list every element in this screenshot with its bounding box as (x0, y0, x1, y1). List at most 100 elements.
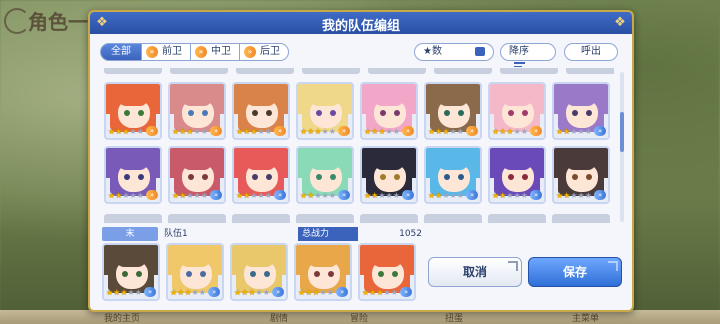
star-icon: ★ (456, 191, 464, 200)
star-icon: ★ (257, 127, 265, 136)
star-rating: ★ ★ ★ ★ ★ (362, 289, 398, 297)
character-card[interactable]: ★ ★ ★ ★ ★» (296, 146, 354, 204)
rank-chevron-icon: » (338, 190, 350, 200)
role-chevron-icon: » (146, 46, 158, 58)
character-card[interactable]: ★ ★ ★ ★ ★» (552, 82, 610, 140)
team-name: 队伍1 (164, 229, 188, 239)
character-card[interactable]: ★ ★ ★ ★ ★» (168, 82, 226, 140)
star-icon: ★ (184, 288, 192, 297)
star-icon: ★ (449, 191, 457, 200)
star-rating: ★ ★ ★ ★ ★ (364, 192, 400, 200)
star-icon: ★ (248, 288, 256, 297)
star-icon: ★ (122, 191, 130, 200)
star-icon: ★ (584, 127, 592, 136)
rank-chevron-icon: » (274, 126, 286, 136)
star-icon: ★ (513, 191, 521, 200)
rank-chevron-icon: » (402, 126, 414, 136)
star-icon: ★ (328, 191, 336, 200)
character-card[interactable]: ★ ★ ★ ★ ★» (488, 146, 546, 204)
star-icon: ★ (321, 127, 329, 136)
star-icon: ★ (127, 288, 135, 297)
tab-label: 中卫 (211, 46, 231, 57)
team-member-card[interactable]: ★ ★ ★ ★ ★» (230, 243, 288, 301)
star-icon: ★ (371, 191, 379, 200)
dialog-header: ❖ 我的队伍编组 ❖ (90, 12, 632, 34)
star-rating: ★ ★ ★ ★ ★ (172, 192, 208, 200)
star-icon: ★ (191, 288, 199, 297)
star-rating: ★ ★ ★ ★ ★ (234, 289, 270, 297)
character-roster-grid: ★ ★ ★ ★ ★» ★ ★ ★ ★ ★» ★ ★ ★ ★ ★» ★ ★ ★ ★ ★» ★ ★ ★ ★ ★» ★ ★ ★ ★ ★» ★ ★ ★ ★… (104, 68, 614, 223)
background-nav-item: 冒险 (350, 314, 369, 324)
star-rating: ★ ★ ★ ★ ★ (492, 192, 528, 200)
star-icon: ★ (449, 127, 457, 136)
cancel-button[interactable]: 取消 (428, 257, 522, 287)
star-rating: ★ ★ ★ ★ ★ (428, 192, 464, 200)
star-icon: ★ (328, 127, 336, 136)
sort-order-toggle[interactable]: 降序 (500, 43, 556, 71)
star-rating: ★ ★ ★ ★ ★ (108, 128, 144, 136)
star-icon: ★ (134, 288, 142, 297)
character-card[interactable]: ★ ★ ★ ★ ★» (424, 146, 482, 204)
tab-filter-2[interactable]: » 中卫 (190, 43, 240, 61)
star-icon: ★ (513, 127, 521, 136)
star-icon: ★ (186, 191, 194, 200)
star-icon: ★ (262, 288, 270, 297)
star-rating: ★ ★ ★ ★ ★ (170, 289, 206, 297)
tab-filter-3[interactable]: » 后卫 (239, 43, 289, 61)
team-member-card[interactable]: ★ ★ ★ ★ ★» (102, 243, 160, 301)
star-rating: ★ ★ ★ ★ ★ (556, 192, 592, 200)
roster-scrollbar[interactable] (620, 72, 624, 222)
background-nav-item: 我的主页 (104, 314, 141, 324)
team-member-card[interactable]: ★ ★ ★ ★ ★» (166, 243, 224, 301)
character-card[interactable]: ★ ★ ★ ★ ★» (360, 146, 418, 204)
rank-chevron-icon: » (530, 126, 542, 136)
star-icon: ★ (200, 191, 208, 200)
star-rating: ★ ★ ★ ★ ★ (428, 128, 464, 136)
dialog-title: 我的队伍编组 (321, 19, 400, 34)
star-icon: ★ (250, 191, 258, 200)
rank-chevron-icon: » (594, 190, 606, 200)
star-rating: ★ ★ ★ ★ ★ (300, 128, 336, 136)
save-button[interactable]: 保存 (528, 257, 622, 287)
tab-label: 后卫 (260, 46, 280, 57)
tab-label: 前卫 (162, 46, 182, 57)
character-card[interactable]: ★ ★ ★ ★ ★» (424, 82, 482, 140)
star-icon: ★ (264, 127, 272, 136)
rank-chevron-icon: » (146, 126, 158, 136)
character-card[interactable]: ★ ★ ★ ★ ★» (104, 82, 162, 140)
character-card[interactable]: ★ ★ ★ ★ ★» (232, 82, 290, 140)
sort-key-dropdown[interactable]: ★数 (414, 43, 494, 61)
scrollbar-thumb[interactable] (620, 112, 624, 152)
star-icon: ★ (193, 191, 201, 200)
rank-chevron-icon: » (338, 126, 350, 136)
star-icon: ★ (442, 191, 450, 200)
character-card[interactable]: ★ ★ ★ ★ ★» (488, 82, 546, 140)
character-card[interactable]: ★ ★ ★ ★ ★» (296, 82, 354, 140)
star-rating: ★ ★ ★ ★ ★ (106, 289, 142, 297)
roster-row-partial-bottom (104, 214, 610, 223)
star-icon: ★ (257, 191, 265, 200)
character-card[interactable]: ★ ★ ★ ★ ★» (360, 82, 418, 140)
star-rating: ★ ★ ★ ★ ★ (300, 192, 336, 200)
character-card[interactable]: ★ ★ ★ ★ ★» (104, 146, 162, 204)
star-icon: ★ (376, 288, 384, 297)
call-out-button[interactable]: 呼出 (564, 43, 618, 61)
star-icon: ★ (584, 191, 592, 200)
character-card[interactable]: ★ ★ ★ ★ ★» (232, 146, 290, 204)
sort-order-label: 降序 (509, 46, 529, 57)
character-card[interactable]: ★ ★ ★ ★ ★» (552, 146, 610, 204)
star-icon: ★ (255, 288, 263, 297)
tab-filter-1[interactable]: » 前卫 (141, 43, 191, 61)
star-icon: ★ (383, 288, 391, 297)
team-edit-dialog: ❖ 我的队伍编组 ❖ 全部» 前卫» 中卫» 后卫 ★数 降序 呼出 ★ ★ ★ ★ ★» ★ ★… (88, 10, 634, 312)
team-member-card[interactable]: ★ ★ ★ ★ ★» (294, 243, 352, 301)
rank-chevron-icon: » (466, 190, 478, 200)
star-icon: ★ (563, 191, 571, 200)
back-swirl-icon[interactable] (4, 8, 30, 34)
tab-filter-0[interactable]: 全部 (100, 43, 142, 61)
star-icon: ★ (390, 288, 398, 297)
team-member-card[interactable]: ★ ★ ★ ★ ★» (358, 243, 416, 301)
rank-chevron-icon: » (336, 287, 348, 297)
star-icon: ★ (520, 191, 528, 200)
character-card[interactable]: ★ ★ ★ ★ ★» (168, 146, 226, 204)
